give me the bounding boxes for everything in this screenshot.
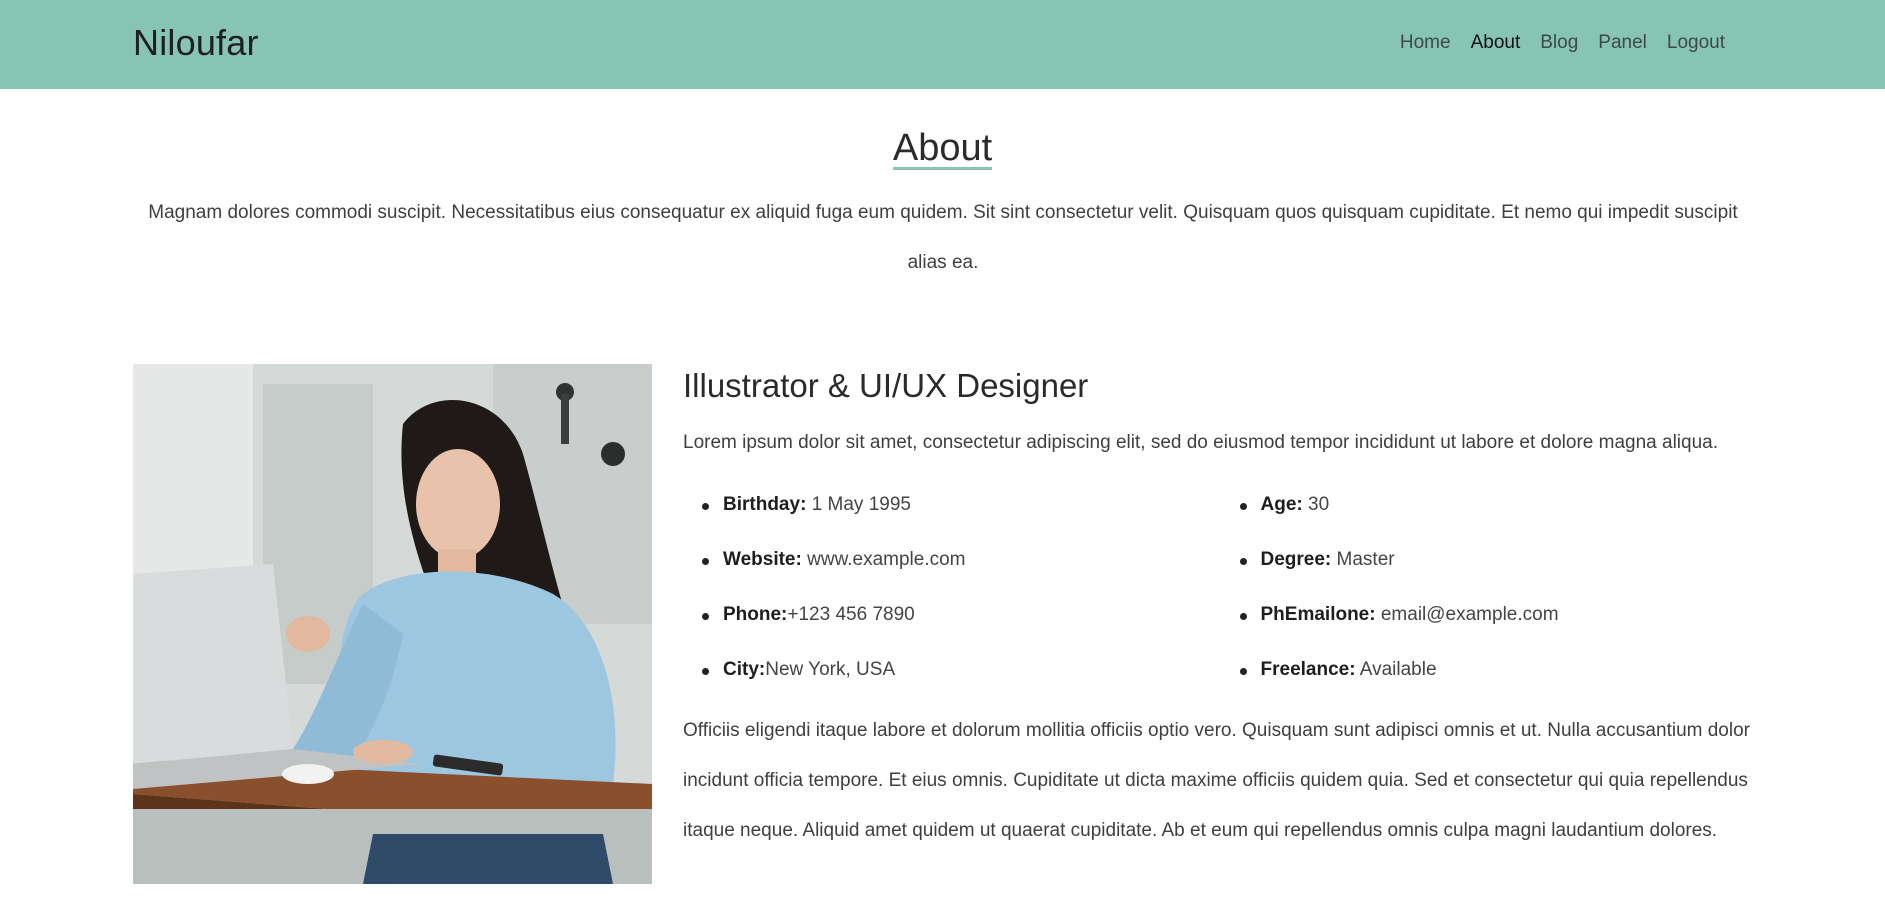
about-content: Illustrator & UI/UX Designer Lorem ipsum… [683, 364, 1758, 856]
detail-label: Degree: [1260, 549, 1332, 570]
section-title: About [892, 127, 993, 172]
nav-blog[interactable]: Blog [1540, 32, 1578, 54]
detail-value: 30 [1302, 494, 1330, 515]
nav-about[interactable]: About [1471, 32, 1521, 54]
detail-label: Age: [1260, 494, 1303, 515]
profile-photo-illustration [133, 364, 652, 884]
detail-city: City:New York, USA [683, 657, 1221, 683]
nav-logout[interactable]: Logout [1667, 32, 1725, 54]
detail-value: New York, USA [765, 659, 896, 680]
detail-label: Website: [723, 549, 802, 570]
detail-value: Available [1355, 659, 1437, 680]
detail-birthday: Birthday: 1 May 1995 [683, 492, 1221, 518]
details-left: Birthday: 1 May 1995 Website: www.exampl… [683, 492, 1221, 712]
detail-label: Phone: [723, 604, 788, 625]
about-bio: Officiis eligendi itaque labore et dolor… [683, 720, 1750, 841]
detail-value: 1 May 1995 [806, 494, 911, 515]
detail-value: email@example.com [1375, 604, 1559, 625]
about-intro: Magnam dolores commodi suscipit. Necessi… [148, 202, 1738, 273]
role-title: Illustrator & UI/UX Designer [683, 367, 1089, 404]
detail-label: City: [723, 659, 766, 680]
top-navbar: Niloufar Home About Blog Panel Logout [0, 0, 1885, 89]
detail-value: +123 456 7890 [787, 604, 915, 625]
nav-panel[interactable]: Panel [1598, 32, 1647, 54]
details-right: Age: 30 Degree: Master PhEmailone: email… [1221, 492, 1759, 712]
details-grid: Birthday: 1 May 1995 Website: www.exampl… [683, 492, 1758, 712]
detail-freelance: Freelance: Available [1221, 657, 1759, 683]
role-lead: Lorem ipsum dolor sit amet, consectetur … [683, 432, 1719, 453]
nav-home[interactable]: Home [1400, 32, 1451, 54]
detail-degree: Degree: Master [1221, 547, 1759, 573]
profile-photo [133, 364, 652, 884]
section-title-wrap: About [0, 127, 1885, 172]
detail-label: Freelance: [1260, 659, 1356, 680]
detail-value: Master [1331, 549, 1395, 570]
detail-phone: Phone:+123 456 7890 [683, 602, 1221, 628]
detail-label: Birthday: [723, 494, 807, 515]
site-brand[interactable]: Niloufar [133, 22, 259, 64]
detail-label: PhEmailone: [1260, 604, 1376, 625]
detail-age: Age: 30 [1221, 492, 1759, 518]
main-nav: Home About Blog Panel Logout [1400, 32, 1725, 54]
detail-website: Website: www.example.com [683, 547, 1221, 573]
detail-value: www.example.com [801, 549, 966, 570]
detail-email: PhEmailone: email@example.com [1221, 602, 1759, 628]
